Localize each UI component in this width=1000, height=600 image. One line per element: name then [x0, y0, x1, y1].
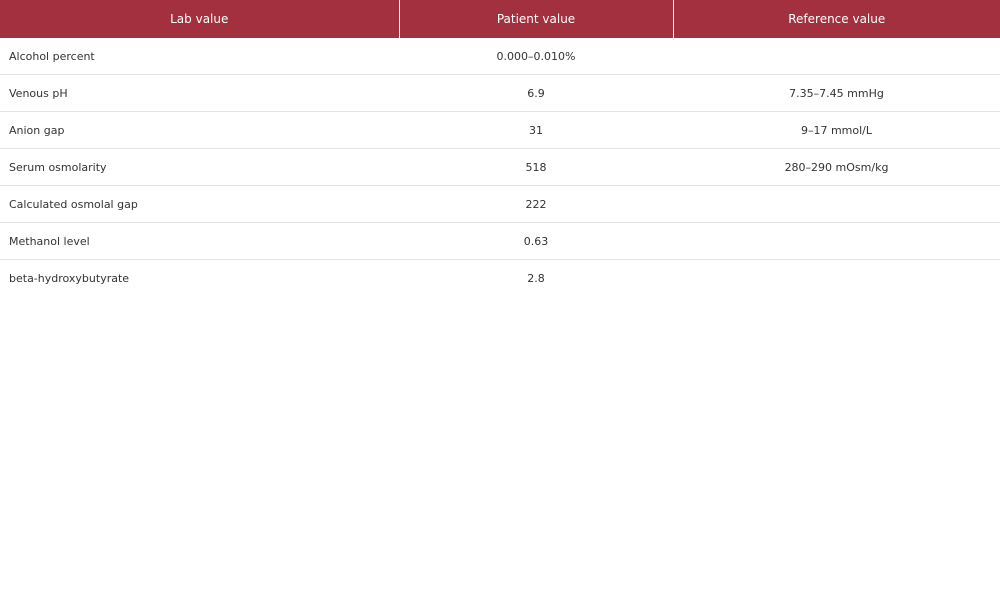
reference-value-cell	[673, 185, 1000, 223]
patient-value-cell: 2.8	[527, 271, 545, 285]
reference-value-cell: 280–290 mOsm/kg	[673, 148, 1000, 186]
patient-value-cell: 222	[399, 185, 673, 223]
table-row: Venous pH 6.9 7.35–7.45 mmHg	[0, 74, 1000, 112]
header-row: Lab value Patient value Reference value	[0, 0, 1000, 38]
lab-name-cell: Venous pH	[0, 74, 399, 112]
patient-value-cell: 6.9	[399, 74, 673, 112]
patient-value-cell: 0.000–0.010%	[399, 38, 673, 75]
reference-value-cell: 9–17 mmol/L	[673, 111, 1000, 149]
lab-name-cell: Anion gap	[0, 111, 399, 149]
lab-name-cell: Alcohol percent	[0, 38, 399, 75]
table-row: Calculated osmolal gap 222	[0, 185, 1000, 223]
table-row: Serum osmolarity 518 280–290 mOsm/kg	[0, 148, 1000, 186]
lab-values-table: Lab value Patient value Reference value …	[0, 0, 1000, 296]
table-row: Anion gap 31 9–17 mmol/L	[0, 111, 1000, 149]
table-body: Alcohol percent 0.000–0.010% Venous pH 6…	[0, 38, 1000, 296]
reference-value-cell: 7.35–7.45 mmHg	[673, 74, 1000, 112]
header-patient-value: Patient value	[399, 0, 674, 38]
lab-name-cell: Serum osmolarity	[0, 148, 399, 186]
table-row: Methanol level 0.63	[0, 222, 1000, 260]
reference-value-cell	[673, 260, 1000, 297]
table-row: beta-hydroxybutyrate 2.8	[0, 260, 1000, 297]
reference-value-cell	[673, 38, 1000, 75]
table-row: Alcohol percent 0.000–0.010%	[0, 38, 1000, 75]
reference-value-cell	[673, 222, 1000, 260]
patient-value-cell: 31	[399, 111, 673, 149]
lab-name-cell: Methanol level	[0, 222, 399, 260]
table-header: Lab value Patient value Reference value	[0, 0, 1000, 38]
lab-name-cell: Calculated osmolal gap	[0, 185, 399, 223]
lab-name-cell: beta-hydroxybutyrate	[9, 271, 130, 285]
patient-value-cell: 0.63	[399, 222, 673, 260]
patient-value-cell: 518	[399, 148, 673, 186]
header-lab-value: Lab value	[0, 0, 400, 38]
header-reference-value: Reference value	[673, 0, 1000, 38]
